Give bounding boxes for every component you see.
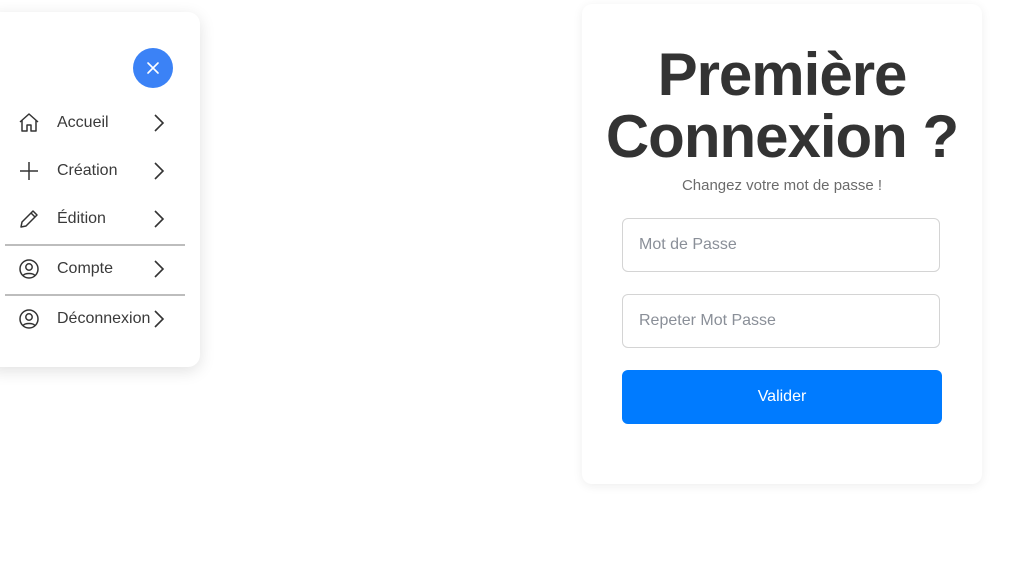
chevron-right-icon <box>152 161 166 181</box>
close-menu-button[interactable] <box>133 48 173 88</box>
menu-divider <box>5 294 185 296</box>
home-icon <box>17 111 41 135</box>
close-icon <box>147 62 159 74</box>
menu-divider <box>5 244 185 246</box>
menu-item-label: Accueil <box>57 114 109 131</box>
menu-item-creation[interactable]: Création <box>0 151 180 191</box>
menu-item-label: Édition <box>57 210 106 227</box>
menu-item-accueil[interactable]: Accueil <box>0 103 180 143</box>
title-line-1: Première <box>657 41 908 108</box>
chevron-right-icon <box>152 259 166 279</box>
validate-button[interactable]: Valider <box>622 370 942 424</box>
plus-icon <box>17 159 41 183</box>
chevron-right-icon <box>152 113 166 133</box>
user-circle-icon <box>17 257 41 281</box>
password-input[interactable] <box>622 218 940 272</box>
title-line-2: Connexion ? <box>605 103 959 170</box>
page-title: Première Connexion ? <box>582 44 982 168</box>
chevron-right-icon <box>152 309 166 329</box>
subtitle: Changez votre mot de passe ! <box>681 177 883 194</box>
menu-item-label: Compte <box>57 260 114 277</box>
menu-item-label: Création <box>57 162 118 179</box>
user-circle-icon <box>17 307 41 331</box>
menu-item-compte[interactable]: Compte <box>0 249 180 289</box>
page: Accueil Création Édition Compte Déconnex… <box>0 0 1026 575</box>
menu-item-deconnexion[interactable]: Déconnexion <box>0 299 180 339</box>
password-change-card: Première Connexion ? Changez votre mot d… <box>582 4 982 484</box>
pencil-icon <box>17 207 41 231</box>
side-menu: Accueil Création Édition Compte Déconnex… <box>0 12 200 367</box>
repeat-password-input[interactable] <box>622 294 940 348</box>
menu-item-label: Déconnexion <box>57 310 151 327</box>
menu-item-edition[interactable]: Édition <box>0 199 180 239</box>
chevron-right-icon <box>152 209 166 229</box>
